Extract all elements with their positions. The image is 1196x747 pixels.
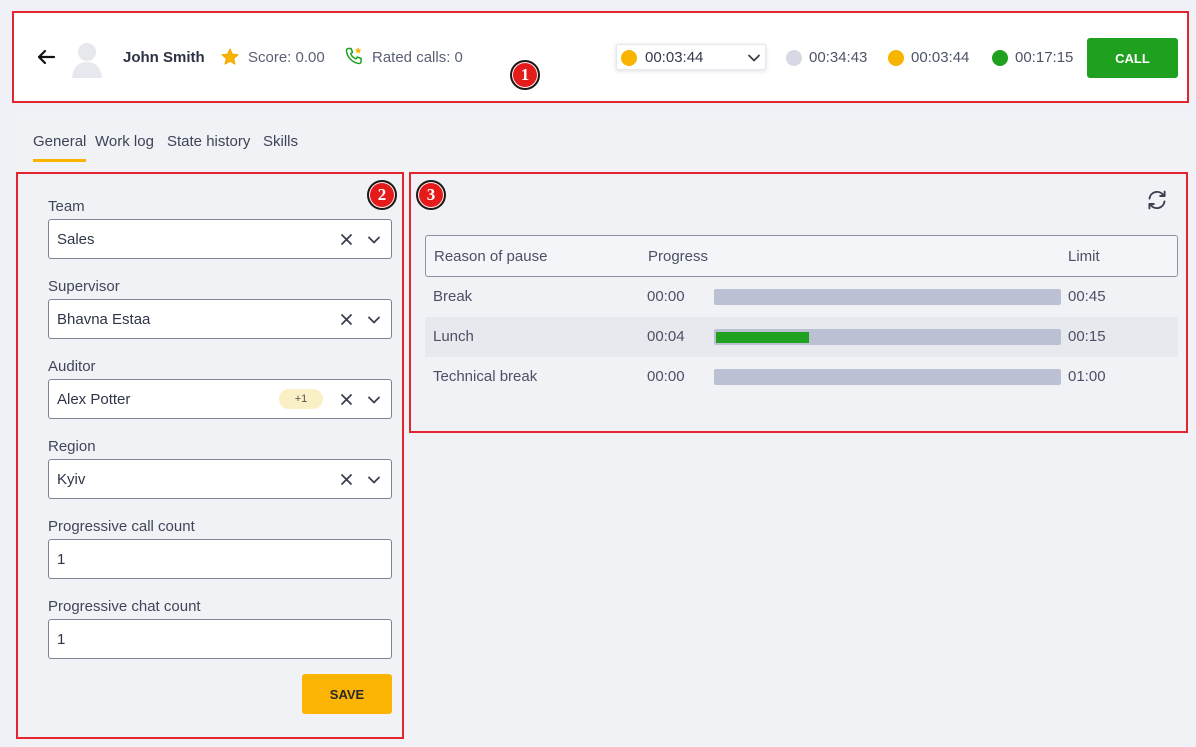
tab-state-history[interactable]: State history [167,133,250,150]
chevron-down-icon[interactable] [367,313,381,327]
progress-bar-fill [716,332,809,343]
pause-limit: 00:15 [1068,328,1106,345]
region-select-value: Kyiv [57,471,86,488]
status-dot [992,50,1008,66]
progress-bar [714,329,1061,345]
pause-reasons-panel: 3 Reason of pause Progress Limit Break 0… [409,172,1188,433]
phone-star-icon [344,46,364,66]
pause-reason: Break [433,288,473,305]
pause-elapsed: 00:04 [647,328,685,345]
close-icon[interactable] [340,313,353,326]
close-icon[interactable] [340,233,353,246]
annotation-marker-1: 1 [510,60,540,90]
supervisor-select[interactable]: Bhavna Estaa [48,299,392,339]
star-icon [220,47,240,67]
close-icon[interactable] [340,393,353,406]
table-row: Technical break 00:00 01:00 [425,357,1178,397]
auditor-select-value: Alex Potter [57,391,131,408]
team-label: Team [48,198,85,215]
progressive-chat-count-input[interactable] [48,619,392,659]
column-header-limit: Limit [1068,248,1100,265]
pause-limit: 01:00 [1068,368,1106,385]
table-row: Lunch 00:04 00:15 [425,317,1178,357]
pause-reason: Technical break [433,368,538,385]
pause-elapsed: 00:00 [647,288,685,305]
progressive-call-count-input[interactable] [48,539,392,579]
table-row: Break 00:00 00:45 [425,277,1178,317]
progressive-call-count-label: Progressive call count [48,518,195,535]
auditor-label: Auditor [48,358,96,375]
rated-calls-value: Rated calls: 0 [372,49,463,66]
status-select[interactable]: 00:03:44 [616,44,766,70]
region-label: Region [48,438,96,455]
arrow-left-icon[interactable] [36,47,56,67]
tab-general[interactable]: General [33,133,87,162]
timer-value: 00:17:15 [1015,49,1074,66]
auditor-select[interactable]: Alex Potter +1 [48,379,392,419]
tab-work-log[interactable]: Work log [95,133,154,150]
chevron-down-icon [747,51,761,65]
chevron-down-icon[interactable] [367,233,381,247]
general-form-panel: 2 Team Sales Supervisor Bhavna Estaa Aud… [16,172,404,739]
team-select[interactable]: Sales [48,219,392,259]
refresh-icon[interactable] [1145,188,1169,212]
pause-table-header: Reason of pause Progress Limit [425,235,1178,277]
tab-skills[interactable]: Skills [263,133,298,150]
agent-header: John Smith Score: 0.00 Rated calls: 0 00… [12,11,1189,103]
annotation-marker-2: 2 [367,180,397,210]
status-dot [621,50,637,66]
annotation-marker-3: 3 [416,180,446,210]
supervisor-select-value: Bhavna Estaa [57,311,151,328]
pause-elapsed: 00:00 [647,368,685,385]
column-header-progress: Progress [648,248,709,265]
status-dot [888,50,904,66]
extra-count-badge: +1 [279,389,323,409]
pause-limit: 00:45 [1068,288,1106,305]
agent-name: John Smith [123,49,205,66]
progress-bar [714,369,1061,385]
column-header-reason: Reason of pause [434,248,548,265]
pause-reason: Lunch [433,328,474,345]
region-select[interactable]: Kyiv [48,459,392,499]
progressive-chat-count-label: Progressive chat count [48,598,201,615]
status-dot [786,50,802,66]
timer-value: 00:03:44 [911,49,970,66]
team-select-value: Sales [57,231,95,248]
user-avatar-icon [71,41,103,79]
score-value: Score: 0.00 [248,49,325,66]
chevron-down-icon[interactable] [367,473,381,487]
progress-bar [714,289,1061,305]
timer-value: 00:34:43 [809,49,868,66]
chevron-down-icon[interactable] [367,393,381,407]
close-icon[interactable] [340,473,353,486]
call-button[interactable]: CALL [1087,38,1178,78]
supervisor-label: Supervisor [48,278,120,295]
save-button[interactable]: SAVE [302,674,392,714]
status-select-value: 00:03:44 [645,49,704,66]
